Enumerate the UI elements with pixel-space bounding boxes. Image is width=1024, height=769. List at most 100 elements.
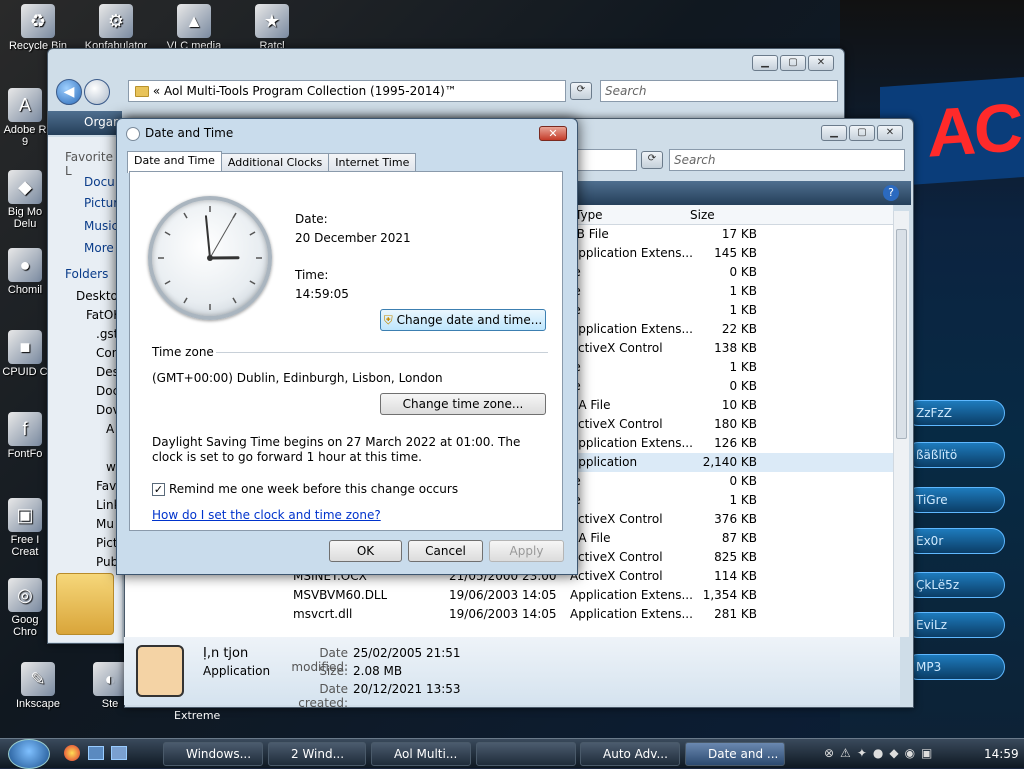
- switch-windows-icon[interactable]: [111, 746, 127, 760]
- file-size-cell: 0 KB: [685, 263, 757, 282]
- taskbar-item[interactable]: Aol Multi...: [371, 742, 471, 766]
- desktop-icon-chomil[interactable]: ●Chomil: [0, 248, 50, 296]
- desktop-icon-adobe[interactable]: AAdobe R 9: [0, 88, 50, 148]
- tab-additional-clocks[interactable]: Additional Clocks: [221, 153, 329, 173]
- desktop-icon-vlc[interactable]: ▲VLC media: [158, 4, 230, 52]
- file-size-cell: 281 KB: [685, 605, 757, 624]
- file-size-cell: 2,140 KB: [685, 453, 757, 472]
- address-bar[interactable]: « Aol Multi-Tools Program Collection (19…: [128, 80, 566, 102]
- desktop-icon-label: Ste: [102, 698, 119, 710]
- nav-music[interactable]: Music: [84, 219, 118, 233]
- taskbar-item-group[interactable]: 2 Wind...: [268, 742, 366, 766]
- maximize-button[interactable]: ▢: [849, 125, 875, 141]
- refresh-button[interactable]: ⟳: [641, 151, 663, 169]
- created-label: Date created:: [270, 682, 348, 710]
- change-date-time-button[interactable]: ⛨ Change date and time...: [380, 309, 546, 331]
- desktop-icon-fontforge[interactable]: fFontFo: [0, 412, 50, 460]
- taskbar-item-date-time[interactable]: Date and ...: [685, 742, 785, 766]
- help-icon[interactable]: ?: [883, 185, 899, 201]
- desktop-icon-ratcl[interactable]: ★Ratcl: [236, 4, 308, 52]
- extreme-label: Extreme: [174, 709, 220, 722]
- refresh-button[interactable]: ⟳: [570, 82, 592, 100]
- show-desktop-icon[interactable]: [88, 746, 104, 760]
- desktop-icon-recycle-bin[interactable]: ♻Recycle Bin: [2, 4, 74, 52]
- desktop-icon-free-creator[interactable]: ▣Free I Creat: [0, 498, 50, 558]
- column-size[interactable]: Size: [690, 208, 715, 222]
- gadget-pill[interactable]: MP3: [905, 654, 1005, 680]
- desktop-icon-cpuid[interactable]: ■CPUID C: [0, 330, 50, 378]
- clock-face: [152, 200, 268, 316]
- ste-icon: ◐: [93, 662, 127, 696]
- cancel-button[interactable]: Cancel: [408, 540, 483, 562]
- taskbar-clock[interactable]: 14:59: [984, 747, 1019, 761]
- gadget-pill[interactable]: TiGre: [905, 487, 1005, 513]
- date-label: Date:: [295, 212, 328, 226]
- back-button[interactable]: ◀: [56, 79, 82, 105]
- dialog-close-button[interactable]: ✕: [539, 126, 567, 141]
- apply-button[interactable]: Apply: [489, 540, 564, 562]
- gadget-pill[interactable]: Ex0r: [905, 528, 1005, 554]
- analog-clock: [148, 196, 272, 320]
- tree-item[interactable]: w: [106, 460, 116, 474]
- dialog-title: Date and Time: [145, 126, 233, 140]
- close-button[interactable]: ✕: [877, 125, 903, 141]
- gadget-pill[interactable]: EviLz: [905, 612, 1005, 638]
- tree-item[interactable]: Pub: [96, 555, 118, 569]
- gadget-pill[interactable]: ÇkLë5z: [905, 572, 1005, 598]
- minimize-button[interactable]: ▁: [821, 125, 847, 141]
- change-time-zone-button[interactable]: Change time zone...: [380, 393, 546, 415]
- remind-label[interactable]: Remind me one week before this change oc…: [169, 482, 458, 496]
- search-input[interactable]: Search: [600, 80, 838, 102]
- taskbar-item[interactable]: Windows...: [163, 742, 263, 766]
- desktop-icon-chrome[interactable]: ◎Goog Chro: [0, 578, 50, 638]
- nav-pictures[interactable]: Pictur: [84, 196, 118, 210]
- taskbar-item[interactable]: Auto Adv...: [580, 742, 680, 766]
- notification-area-icons[interactable]: ⊗⚠✦●◆◉▣: [824, 746, 938, 760]
- table-row[interactable]: msvcrt.dll19/06/2003 14:05Application Ex…: [125, 605, 893, 624]
- tab-internet-time[interactable]: Internet Time: [328, 153, 416, 173]
- tree-item[interactable]: Fav: [96, 479, 116, 493]
- file-size-cell: 1 KB: [685, 358, 757, 377]
- date-time-dialog[interactable]: Date and Time ✕ Date and Time Additional…: [116, 118, 578, 575]
- file-size-cell: 87 KB: [685, 529, 757, 548]
- scrollbar-thumb[interactable]: [896, 229, 907, 439]
- vertical-scrollbar[interactable]: [893, 211, 909, 637]
- ok-button[interactable]: OK: [329, 540, 402, 562]
- tree-item[interactable]: Mu: [96, 517, 114, 531]
- file-type-cell: ActiveX Control: [570, 510, 663, 529]
- ratcl-icon: ★: [255, 4, 289, 38]
- maximize-button[interactable]: ▢: [780, 55, 806, 71]
- file-kind: Application: [203, 664, 270, 678]
- clock-center: [207, 255, 213, 261]
- file-type-cell: Application Extens...: [570, 434, 693, 453]
- gadget-pill[interactable]: ZzFzZ: [905, 400, 1005, 426]
- inkscape-icon: ✎: [21, 662, 55, 696]
- gadget-pill[interactable]: ßäßlïtö: [905, 442, 1005, 468]
- folders-label[interactable]: Folders: [65, 267, 108, 281]
- file-type-cell: ActiveX Control: [570, 339, 663, 358]
- nav-more[interactable]: More: [84, 241, 114, 255]
- organize-menu[interactable]: Organ: [48, 111, 122, 135]
- start-button[interactable]: [8, 739, 50, 769]
- taskbar: Windows... 2 Wind... Aol Multi... Auto A…: [0, 738, 1024, 768]
- taskbar-item[interactable]: [476, 742, 576, 766]
- desktop-icon-big-money[interactable]: ◆Big Mo Delu: [0, 170, 50, 230]
- tab-date-and-time[interactable]: Date and Time: [127, 151, 222, 173]
- tree-item[interactable]: Pict: [96, 536, 118, 550]
- help-link[interactable]: How do I set the clock and time zone?: [152, 508, 381, 522]
- change-date-time-label: Change date and time...: [397, 313, 543, 327]
- search-input[interactable]: Search: [669, 149, 905, 171]
- column-type[interactable]: Type: [575, 208, 603, 222]
- file-size-cell: 10 KB: [685, 396, 757, 415]
- table-row[interactable]: MSVBVM60.DLL19/06/2003 14:05Application …: [125, 586, 893, 605]
- minimize-button[interactable]: ▁: [752, 55, 778, 71]
- forward-button[interactable]: [84, 79, 110, 105]
- remind-checkbox[interactable]: ✓: [152, 483, 165, 496]
- nav-documents[interactable]: Docu: [84, 175, 115, 189]
- clock-tick: [233, 298, 236, 303]
- desktop-icon-konfabulator[interactable]: ⚙Konfabulator: [80, 4, 152, 52]
- chrome-quicklaunch-icon[interactable]: [64, 745, 80, 761]
- desktop-icon-inkscape[interactable]: ✎Inkscape: [2, 662, 74, 710]
- tree-item[interactable]: A: [106, 422, 114, 436]
- close-button[interactable]: ✕: [808, 55, 834, 71]
